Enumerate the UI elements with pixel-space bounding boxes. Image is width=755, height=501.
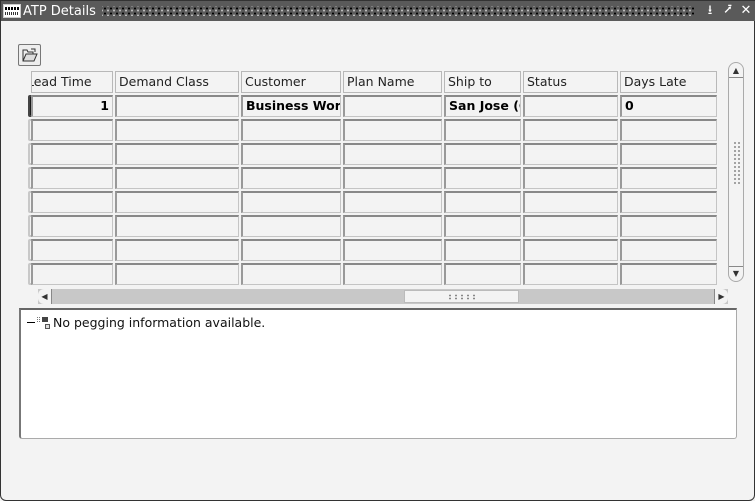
cell-ship-to[interactable]: [444, 143, 521, 165]
cell-plan-name[interactable]: [343, 167, 442, 189]
cell-demand-class[interactable]: [115, 143, 239, 165]
column-header-lead-time[interactable]: Lead Time: [31, 71, 113, 93]
open-folder-icon: [22, 48, 38, 62]
cell-days-late[interactable]: [620, 263, 717, 285]
cell-customer[interactable]: [241, 239, 341, 261]
cell-plan-name[interactable]: [343, 95, 442, 117]
cell-ship-to[interactable]: [444, 263, 521, 285]
cell-customer[interactable]: [241, 119, 341, 141]
cell-ship-to[interactable]: San Jose (C: [444, 95, 521, 117]
cell-demand-class[interactable]: [115, 167, 239, 189]
cell-status[interactable]: [523, 191, 618, 213]
column-header-ship-to[interactable]: Ship to: [444, 71, 521, 93]
cell-status[interactable]: [523, 95, 618, 117]
column-header-status[interactable]: Status: [523, 71, 618, 93]
cell-plan-name[interactable]: [343, 215, 442, 237]
cell-demand-class[interactable]: [115, 263, 239, 285]
cell-lead-time[interactable]: [31, 263, 113, 285]
cell-ship-to[interactable]: [444, 119, 521, 141]
horizontal-scrollbar[interactable]: ◀ ▶: [38, 289, 728, 304]
cell-status[interactable]: [523, 239, 618, 261]
column-header-days-late[interactable]: Days Late: [620, 71, 717, 93]
cell-customer[interactable]: [241, 167, 341, 189]
cell-plan-name[interactable]: [343, 191, 442, 213]
atp-details-window: ATP Details ⭳ ⭷ ✕ Lead Time Demand Class C…: [0, 0, 755, 501]
pegging-tree-icon: [27, 316, 51, 330]
title-bar[interactable]: ATP Details ⭳ ⭷ ✕: [1, 1, 755, 21]
cell-status[interactable]: [523, 167, 618, 189]
cell-days-late[interactable]: [620, 119, 717, 141]
cell-status[interactable]: [523, 143, 618, 165]
scroll-left-icon[interactable]: ◀: [38, 289, 52, 304]
cell-customer[interactable]: [241, 143, 341, 165]
cell-ship-to[interactable]: [444, 239, 521, 261]
cell-customer[interactable]: [241, 191, 341, 213]
open-folder-button[interactable]: [18, 44, 41, 66]
cell-days-late[interactable]: [620, 167, 717, 189]
cell-customer[interactable]: Business World: [241, 95, 341, 117]
pegging-message: No pegging information available.: [53, 315, 266, 330]
close-icon[interactable]: ✕: [738, 3, 754, 19]
cell-lead-time[interactable]: [31, 143, 113, 165]
cell-lead-time[interactable]: [31, 167, 113, 189]
cell-demand-class[interactable]: [115, 95, 239, 117]
cell-lead-time[interactable]: 1: [31, 95, 113, 117]
cell-plan-name[interactable]: [343, 143, 442, 165]
vertical-scrollbar[interactable]: ▲ ▼: [728, 62, 744, 282]
cell-days-late[interactable]: [620, 215, 717, 237]
cell-lead-time[interactable]: [31, 119, 113, 141]
maximize-icon[interactable]: ⭷: [720, 3, 736, 19]
cell-status[interactable]: [523, 263, 618, 285]
column-header-customer[interactable]: Customer: [241, 71, 341, 93]
column-header-demand-class[interactable]: Demand Class: [115, 71, 239, 93]
cell-lead-time[interactable]: [31, 215, 113, 237]
scroll-down-icon[interactable]: ▼: [729, 266, 743, 280]
cell-lead-time[interactable]: [31, 191, 113, 213]
cell-lead-time[interactable]: [31, 239, 113, 261]
cell-demand-class[interactable]: [115, 215, 239, 237]
cell-demand-class[interactable]: [115, 191, 239, 213]
cell-ship-to[interactable]: [444, 215, 521, 237]
cell-days-late[interactable]: [620, 191, 717, 213]
cell-customer[interactable]: [241, 215, 341, 237]
title-drag-grip[interactable]: [101, 6, 694, 16]
cell-demand-class[interactable]: [115, 239, 239, 261]
cell-status[interactable]: [523, 119, 618, 141]
window-title: ATP Details: [23, 3, 96, 19]
pegging-tree-node[interactable]: No pegging information available.: [27, 315, 265, 330]
scroll-up-icon[interactable]: ▲: [729, 64, 743, 78]
cell-plan-name[interactable]: [343, 119, 442, 141]
cell-demand-class[interactable]: [115, 119, 239, 141]
atp-details-grid: Lead Time Demand Class Customer Plan Name Sh…: [27, 69, 717, 289]
oracle-app-icon: [3, 4, 21, 18]
cell-days-late[interactable]: [620, 239, 717, 261]
cell-plan-name[interactable]: [343, 239, 442, 261]
cell-status[interactable]: [523, 215, 618, 237]
pegging-tree-panel[interactable]: No pegging information available.: [19, 308, 737, 439]
cell-plan-name[interactable]: [343, 263, 442, 285]
cell-days-late[interactable]: 0: [620, 95, 717, 117]
minimize-icon[interactable]: ⭳: [702, 3, 718, 19]
scroll-thumb-grip[interactable]: [733, 141, 740, 186]
cell-customer[interactable]: [241, 263, 341, 285]
column-header-plan-name[interactable]: Plan Name: [343, 71, 442, 93]
cell-days-late[interactable]: [620, 143, 717, 165]
cell-ship-to[interactable]: [444, 167, 521, 189]
scroll-right-icon[interactable]: ▶: [714, 289, 728, 304]
cell-ship-to[interactable]: [444, 191, 521, 213]
horizontal-scroll-thumb[interactable]: [404, 290, 519, 303]
